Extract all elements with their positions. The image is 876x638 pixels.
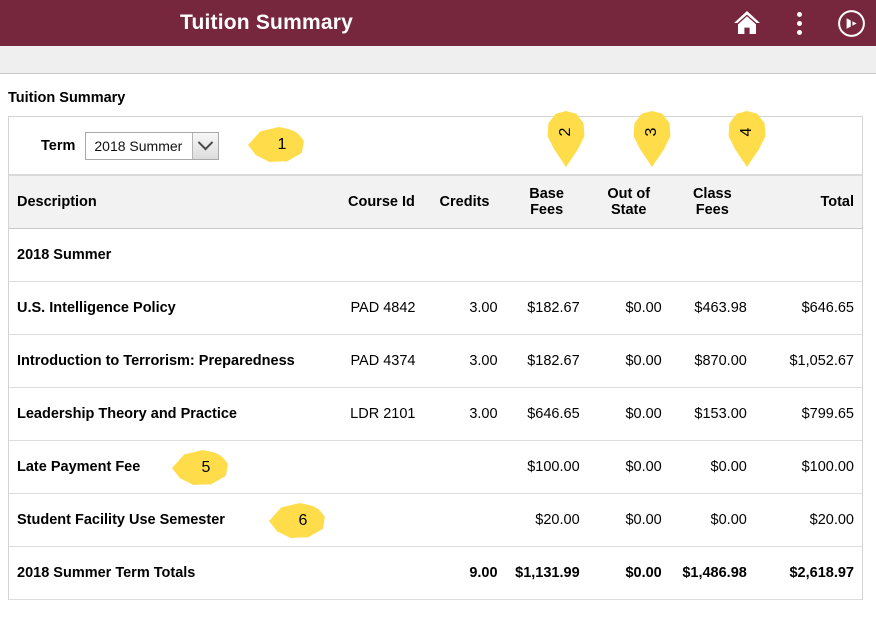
row-total: $799.65 [754,387,862,441]
table-row: Leadership Theory and Practice LDR 2101 … [9,387,862,441]
callout-pin-3: 3 [632,111,672,167]
group-row-course-id [339,228,424,282]
totals-out-of-state: $0.00 [587,546,670,600]
row-credits: 3.00 [423,387,506,441]
table-row: Introduction to Terrorism: Preparedness … [9,334,862,388]
row-out-of-state: $0.00 [587,387,670,441]
row-description: Student Facility Use Semester 6 [9,493,340,547]
group-row-out-of-state [587,228,670,282]
totals-class-fees: $1,486.98 [669,546,755,600]
row-class-fees: $153.00 [669,387,755,441]
tuition-summary-table: Description Course Id Credits Base Fees … [9,175,862,600]
callout-pin-6-number: 6 [298,512,308,529]
row-class-fees: $0.00 [669,440,755,494]
chevron-down-icon[interactable] [192,132,219,159]
table-header-row: Description Course Id Credits Base Fees … [9,175,862,229]
row-course-id [339,440,424,494]
term-filter-row: Term 2018 Summer 1 2 3 4 [9,111,862,175]
table-totals-row: 2018 Summer Term Totals 9.00 $1,131.99 $… [9,546,862,600]
totals-description: 2018 Summer Term Totals [9,546,340,600]
group-row-class-fees [669,228,755,282]
row-class-fees: $870.00 [669,334,755,388]
app-header-bar: Tuition Summary [0,0,876,46]
row-base-fees: $182.67 [505,281,588,335]
row-base-fees: $182.67 [505,334,588,388]
row-credits: 3.00 [423,281,506,335]
row-base-fees: $20.00 [505,493,588,547]
row-description-text: Late Payment Fee [17,459,141,475]
app-title: Tuition Summary [180,11,353,34]
column-header-class-fees[interactable]: Class Fees [669,175,755,229]
table-row: Late Payment Fee 5 $100.00 $0.00 $0.00 $… [9,440,862,494]
tuition-summary-panel: Term 2018 Summer 1 2 3 4 Description Cou… [8,111,863,600]
totals-course-id [339,546,424,600]
totals-credits: 9.00 [423,546,506,600]
kebab-dots [796,11,802,35]
nav-bar-compass-icon[interactable] [836,8,866,38]
callout-pin-4-number: 4 [738,127,755,137]
row-base-fees: $646.65 [505,387,588,441]
row-description: Late Payment Fee 5 [9,440,340,494]
row-course-id: PAD 4842 [339,281,424,335]
row-out-of-state: $0.00 [587,493,670,547]
row-out-of-state: $0.00 [587,440,670,494]
group-row-base-fees [505,228,588,282]
row-description-text: Student Facility Use Semester [17,512,225,528]
table-row: Student Facility Use Semester 6 $20.00 $… [9,493,862,547]
callout-pin-6: 6 [269,503,325,539]
column-header-out-of-state[interactable]: Out of State [587,175,670,229]
callout-pin-1-number: 1 [277,136,287,153]
row-class-fees: $463.98 [669,281,755,335]
actions-menu-icon[interactable] [784,8,814,38]
home-icon[interactable] [732,8,762,38]
term-label: Term [41,137,76,154]
column-header-description[interactable]: Description [9,175,340,229]
table-group-row: 2018 Summer [9,228,862,282]
secondary-bar [0,46,876,74]
row-description: U.S. Intelligence Policy [9,281,340,335]
page-title: Tuition Summary [8,90,126,106]
row-course-id [339,493,424,547]
column-header-total[interactable]: Total [754,175,862,229]
totals-total: $2,618.97 [754,546,862,600]
group-row-total [754,228,862,282]
row-course-id: LDR 2101 [339,387,424,441]
group-row-label: 2018 Summer [9,228,340,282]
app-header-actions [732,0,866,46]
table-row: U.S. Intelligence Policy PAD 4842 3.00 $… [9,281,862,335]
row-credits [423,440,506,494]
callout-pin-3-number: 3 [643,127,660,137]
term-select[interactable]: 2018 Summer [85,131,220,160]
row-total: $20.00 [754,493,862,547]
column-header-credits[interactable]: Credits [423,175,506,229]
row-description: Introduction to Terrorism: Preparedness [9,334,340,388]
row-credits: 3.00 [423,334,506,388]
term-select-value: 2018 Summer [94,137,183,154]
row-total: $100.00 [754,440,862,494]
group-row-credits [423,228,506,282]
row-base-fees: $100.00 [505,440,588,494]
totals-base-fees: $1,131.99 [505,546,588,600]
row-course-id: PAD 4374 [339,334,424,388]
callout-pin-4: 4 [727,111,767,167]
row-credits [423,493,506,547]
callout-pin-2: 2 [546,111,586,167]
row-total: $646.65 [754,281,862,335]
callout-pin-1: 1 [248,127,304,163]
callout-pin-2-number: 2 [557,127,574,137]
callout-pin-5-number: 5 [201,459,211,476]
callout-pin-5: 5 [172,450,228,486]
row-total: $1,052.67 [754,334,862,388]
row-out-of-state: $0.00 [587,281,670,335]
column-header-base-fees[interactable]: Base Fees [505,175,588,229]
row-class-fees: $0.00 [669,493,755,547]
column-header-course-id[interactable]: Course Id [339,175,424,229]
row-description: Leadership Theory and Practice [9,387,340,441]
row-out-of-state: $0.00 [587,334,670,388]
